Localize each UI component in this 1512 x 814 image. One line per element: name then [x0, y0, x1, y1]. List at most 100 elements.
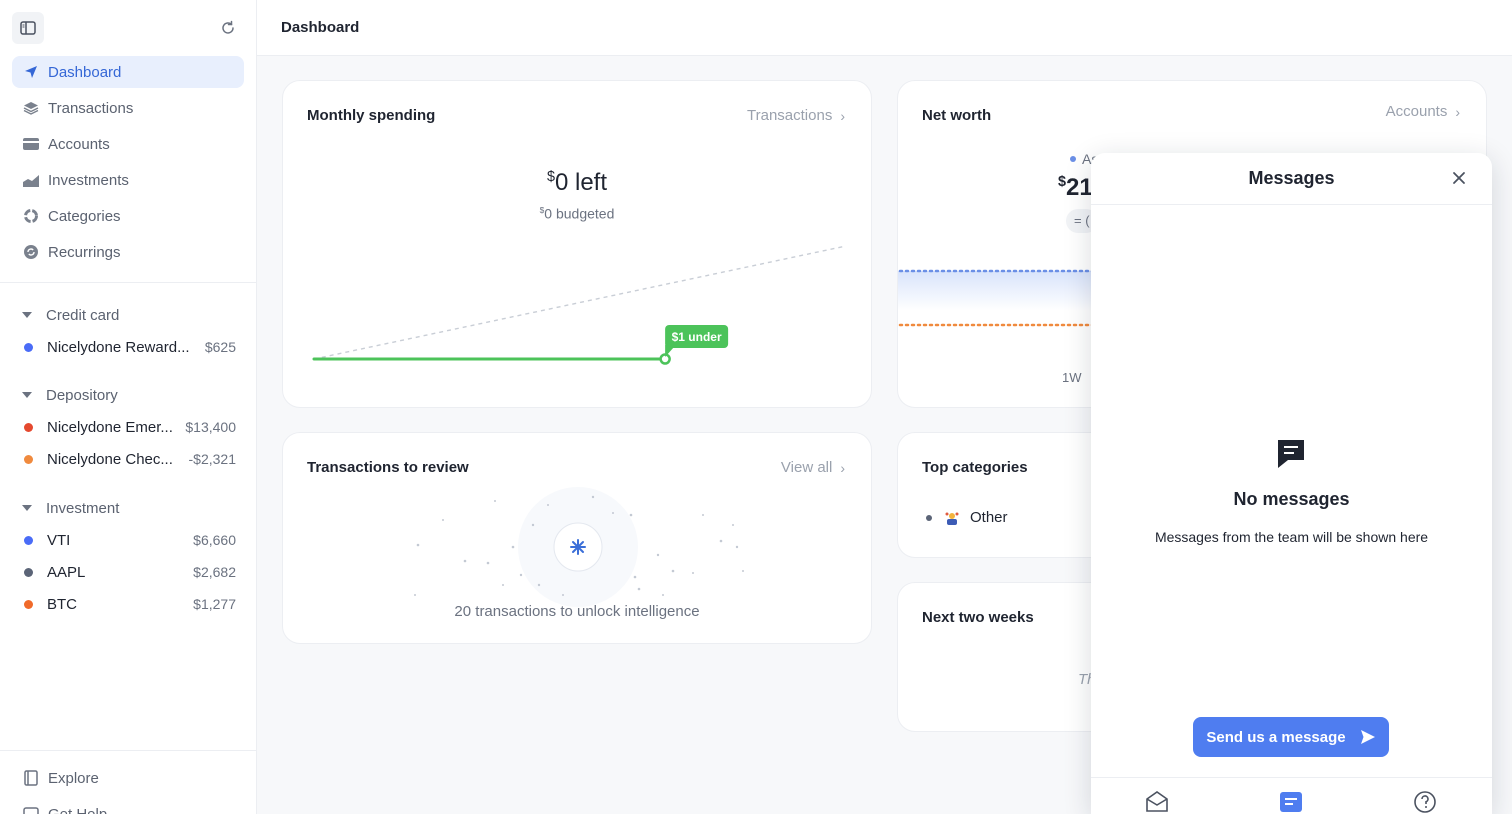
category-item[interactable]: Other	[926, 509, 1008, 526]
card-title: Net worth	[922, 107, 992, 124]
account-name: Nicelydone Chec...	[47, 450, 173, 468]
nav-item-get-help[interactable]: Get Help	[12, 798, 244, 814]
account-group-credit-card: Credit card Nicelydone Reward... $625	[12, 299, 244, 363]
account-group-depository: Depository Nicelydone Emer... $13,400 Ni…	[12, 379, 244, 475]
account-color-dot	[24, 422, 33, 432]
tab-home[interactable]	[1144, 788, 1170, 814]
nav-item-recurrings[interactable]: Recurrings	[12, 236, 244, 268]
group-header-investment[interactable]: Investment	[12, 492, 244, 524]
nav-item-label: Investments	[48, 171, 129, 189]
group-label: Credit card	[46, 306, 120, 324]
net-worth-value: 21	[1066, 174, 1093, 201]
account-group-investment: Investment VTI $6,660 AAPL $2,682 BTC $1…	[12, 492, 244, 620]
nav-item-transactions[interactable]: Transactions	[12, 92, 244, 124]
nav-item-label: Dashboard	[48, 63, 122, 81]
chevron-down-icon	[22, 312, 32, 318]
sidebar-top	[12, 12, 244, 44]
page-title: Dashboard	[281, 19, 360, 36]
nav-item-label: Categories	[48, 207, 121, 225]
question-circle-icon	[1414, 791, 1436, 813]
spending-left-amount: $0 left	[283, 169, 871, 197]
spending-progress-chart: $1 under	[312, 245, 847, 365]
home-icon	[1146, 791, 1168, 812]
group-label: Investment	[46, 499, 120, 517]
nav-item-label: Transactions	[48, 99, 134, 117]
sidebar-toggle-button[interactable]	[12, 12, 44, 44]
navigation-arrow-icon	[22, 63, 40, 81]
group-label: Depository	[46, 386, 118, 404]
assets-area	[898, 271, 1098, 311]
account-name: VTI	[47, 531, 71, 549]
chevron-down-icon	[22, 505, 32, 511]
group-header-depository[interactable]: Depository	[12, 379, 244, 411]
account-name: BTC	[47, 595, 77, 613]
send-message-label: Send us a message	[1206, 728, 1346, 746]
currency-symbol: $	[546, 169, 555, 185]
transactions-link[interactable]: Transactions ›	[747, 107, 845, 124]
account-amount: $625	[204, 339, 236, 355]
monthly-spending-card: Monthly spending Transactions › $0 left …	[282, 80, 872, 408]
message-bubble-icon	[1278, 440, 1304, 468]
messages-tab-icon	[1280, 792, 1302, 812]
account-item[interactable]: BTC $1,277	[12, 588, 244, 620]
spending-budgeted: $0 budgeted	[283, 205, 871, 222]
account-name: Nicelydone Emer...	[47, 418, 173, 436]
pie-ring-icon	[22, 207, 40, 225]
tab-help[interactable]	[1412, 788, 1438, 814]
view-all-link[interactable]: View all ›	[781, 459, 845, 476]
account-item[interactable]: VTI $6,660	[12, 524, 244, 556]
nav-item-investments[interactable]: Investments	[12, 164, 244, 196]
book-icon	[22, 769, 40, 787]
legend-dot	[1070, 156, 1076, 162]
nav-item-categories[interactable]: Categories	[12, 200, 244, 232]
link-label: Accounts	[1385, 103, 1448, 120]
link-label: View all	[780, 459, 833, 476]
nav-item-label: Recurrings	[48, 243, 121, 261]
sidebar-toggle-icon	[20, 21, 36, 35]
nav-item-explore[interactable]: Explore	[12, 762, 244, 794]
account-item[interactable]: Nicelydone Chec... -$2,321	[12, 443, 244, 475]
unlock-intelligence-text: 20 transactions to unlock intelligence	[454, 603, 700, 620]
messenger-tab-bar	[1091, 777, 1492, 814]
card-title: Transactions to review	[307, 459, 469, 476]
send-icon	[1360, 730, 1375, 744]
layers-icon	[22, 99, 40, 117]
sidebar-divider	[0, 282, 256, 283]
badge-text: $1 under	[672, 330, 722, 344]
chevron-down-icon	[22, 392, 32, 398]
account-item[interactable]: Nicelydone Emer... $13,400	[12, 411, 244, 443]
chevron-right-icon: ›	[840, 459, 845, 476]
account-item[interactable]: Nicelydone Reward... $625	[12, 331, 244, 363]
tab-messages[interactable]	[1278, 788, 1304, 814]
send-message-button[interactable]: Send us a message	[1193, 717, 1389, 757]
close-button[interactable]	[1450, 169, 1468, 187]
refresh-button[interactable]	[218, 18, 238, 38]
budgeted-text: 0 budgeted	[544, 205, 615, 222]
messages-title: Messages	[1248, 168, 1335, 188]
accounts-link[interactable]: Accounts ›	[1386, 103, 1460, 120]
account-amount: $2,682	[193, 564, 236, 580]
card-title: Next two weeks	[922, 609, 1034, 626]
chevron-right-icon: ›	[840, 107, 845, 124]
left-amount-text: 0 left	[554, 169, 608, 196]
card-icon	[22, 135, 40, 153]
under-budget-badge: $1 under	[665, 325, 729, 357]
refresh-icon	[222, 20, 234, 34]
card-title: Top categories	[922, 459, 1028, 476]
messages-panel: Messages No messages Messages from the t…	[1091, 153, 1492, 814]
recurring-icon	[22, 243, 40, 261]
group-header-credit-card[interactable]: Credit card	[12, 299, 244, 331]
account-amount: $13,400	[185, 419, 236, 435]
chevron-right-icon: ›	[1455, 103, 1460, 120]
nav-item-dashboard[interactable]: Dashboard	[12, 56, 244, 88]
sparkle-icon	[570, 539, 586, 555]
range-1w-button[interactable]: 1W	[1062, 370, 1082, 385]
account-item[interactable]: AAPL $2,682	[12, 556, 244, 588]
account-color-dot	[24, 454, 33, 464]
net-worth-chart	[898, 269, 1098, 327]
no-messages-subtitle: Messages from the team will be shown her…	[1154, 529, 1429, 545]
nav-item-label: Accounts	[48, 135, 110, 153]
help-icon	[22, 805, 40, 814]
nav-item-accounts[interactable]: Accounts	[12, 128, 244, 160]
sidebar-divider	[0, 750, 256, 751]
